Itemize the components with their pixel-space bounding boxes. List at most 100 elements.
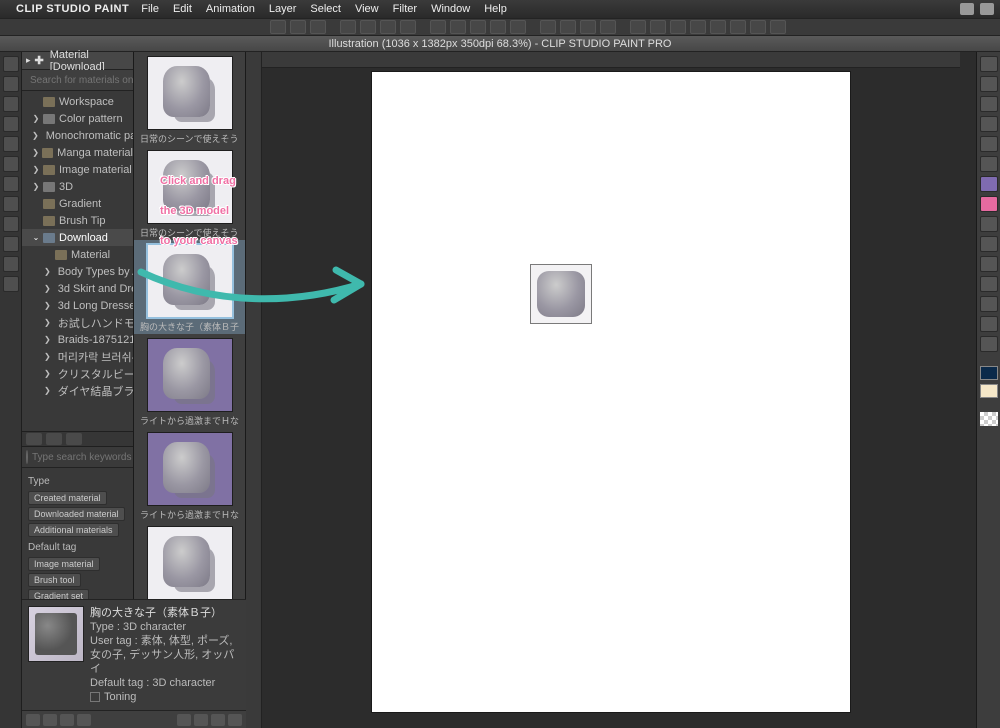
toolbar-btn[interactable] [360, 20, 376, 34]
thumbnail-image[interactable] [147, 526, 233, 600]
filter-toggle[interactable] [66, 433, 82, 445]
expand-icon[interactable]: ❯ [44, 267, 51, 276]
ruler-horizontal[interactable] [262, 52, 960, 68]
toolbar-btn[interactable] [450, 20, 466, 34]
strip-icon[interactable] [3, 96, 19, 112]
thumbnail-image[interactable] [147, 56, 233, 130]
strip-icon[interactable] [3, 276, 19, 292]
color-transparent-swatch[interactable] [980, 412, 998, 426]
save-material-icon[interactable] [194, 714, 208, 726]
tree-item[interactable]: ❯ダイヤ結晶ブラシ [22, 382, 133, 399]
strip-icon[interactable] [3, 76, 19, 92]
strip-icon[interactable] [3, 116, 19, 132]
view-mode-icon[interactable] [26, 714, 40, 726]
tag-chip[interactable]: Additional materials [28, 523, 119, 537]
canvas-paper[interactable] [372, 72, 850, 712]
menu-layer[interactable]: Layer [269, 3, 297, 15]
toolbar-btn[interactable] [510, 20, 526, 34]
tree-item[interactable]: ❯お試しハンドモデル [22, 314, 133, 331]
tool-decoration-icon[interactable] [980, 196, 998, 212]
expand-icon[interactable]: ❯ [32, 131, 39, 140]
drag-ghost-thumbnail[interactable] [530, 264, 592, 324]
expand-icon[interactable]: ⌄ [32, 233, 40, 242]
collapse-icon[interactable]: ▸ [26, 55, 31, 66]
detail-thumbnail[interactable] [28, 606, 84, 662]
menu-view[interactable]: View [355, 3, 379, 15]
tag-chip[interactable]: Image material [28, 557, 100, 571]
status-icon-1[interactable] [960, 3, 974, 15]
menu-filter[interactable]: Filter [393, 3, 417, 15]
view-mode-icon[interactable] [60, 714, 74, 726]
menu-select[interactable]: Select [310, 3, 341, 15]
tool-balloon-icon[interactable] [980, 316, 998, 332]
toolbar-btn[interactable] [630, 20, 646, 34]
tool-text-icon[interactable] [980, 296, 998, 312]
expand-icon[interactable]: ❯ [32, 182, 40, 191]
tree-item[interactable]: Brush Tip [22, 212, 133, 229]
paste-material-icon[interactable] [177, 714, 191, 726]
view-mode-icon[interactable] [43, 714, 57, 726]
toolbar-btn[interactable] [400, 20, 416, 34]
menu-file[interactable]: File [141, 3, 159, 15]
expand-icon[interactable]: ❯ [44, 335, 51, 344]
tree-item[interactable]: Material [22, 246, 133, 263]
delete-material-icon[interactable] [228, 714, 242, 726]
tag-chip[interactable]: Brush tool [28, 573, 81, 587]
material-tree[interactable]: Workspace❯Color pattern❯Monochromatic pa… [22, 91, 133, 431]
strip-icon[interactable] [3, 156, 19, 172]
menu-help[interactable]: Help [484, 3, 507, 15]
material-thumbnail[interactable]: ライトから過激までＨなポーズ6 [134, 334, 245, 428]
tool-gradient-icon[interactable] [980, 236, 998, 252]
toolbar-btn[interactable] [770, 20, 786, 34]
expand-icon[interactable]: ❯ [32, 148, 39, 157]
strip-icon[interactable] [3, 236, 19, 252]
tree-item[interactable]: ❯머리카락 브러쉬-18… [22, 348, 133, 365]
tree-item[interactable]: ⌄Download [22, 229, 133, 246]
material-property-icon[interactable] [211, 714, 225, 726]
toolbar-btn[interactable] [490, 20, 506, 34]
toolbar-btn[interactable] [430, 20, 446, 34]
tree-item[interactable]: ❯Image material [22, 161, 133, 178]
expand-icon[interactable]: ❯ [32, 114, 40, 123]
tree-item[interactable]: ❯Monochromatic pattern [22, 127, 133, 144]
toolbar-btn[interactable] [600, 20, 616, 34]
tree-item[interactable]: ❯クリスタルビーズ [22, 365, 133, 382]
menu-edit[interactable]: Edit [173, 3, 192, 15]
toolbar-btn[interactable] [690, 20, 706, 34]
tool-move-icon[interactable] [980, 76, 998, 92]
app-name[interactable]: CLIP STUDIO PAINT [16, 3, 129, 15]
search-icon[interactable] [26, 450, 28, 464]
strip-icon[interactable] [3, 56, 19, 72]
strip-icon[interactable] [3, 256, 19, 272]
menu-animation[interactable]: Animation [206, 3, 255, 15]
filter-toggle[interactable] [46, 433, 62, 445]
toolbar-btn[interactable] [290, 20, 306, 34]
tree-item[interactable]: Workspace [22, 93, 133, 110]
tag-chip[interactable]: Downloaded material [28, 507, 125, 521]
toolbar-btn[interactable] [580, 20, 596, 34]
tool-brush-icon[interactable] [980, 136, 998, 152]
strip-icon[interactable] [3, 136, 19, 152]
tag-chip[interactable]: Created material [28, 491, 107, 505]
tool-figure-icon[interactable] [980, 256, 998, 272]
tree-item[interactable]: Gradient [22, 195, 133, 212]
toolbar-btn[interactable] [270, 20, 286, 34]
tree-item[interactable]: ❯Braids-1875121 [22, 331, 133, 348]
tool-operation-icon[interactable] [980, 96, 998, 112]
thumbnail-image[interactable] [147, 338, 233, 412]
toolbar-btn[interactable] [470, 20, 486, 34]
ruler-vertical[interactable] [246, 52, 262, 728]
strip-icon[interactable] [3, 176, 19, 192]
material-panel-header[interactable]: ▸ ✚ Material [Download] [22, 52, 133, 70]
view-mode-icon[interactable] [77, 714, 91, 726]
toolbar-btn[interactable] [380, 20, 396, 34]
expand-icon[interactable]: ❯ [44, 284, 51, 293]
toolbar-btn[interactable] [310, 20, 326, 34]
expand-icon[interactable]: ❯ [32, 165, 40, 174]
tool-fill-icon[interactable] [980, 216, 998, 232]
material-thumbnail[interactable]: 日常のシーンで使えそうなポーズ26 [134, 52, 245, 146]
menu-window[interactable]: Window [431, 3, 470, 15]
strip-icon[interactable] [3, 216, 19, 232]
tool-pen-icon[interactable] [980, 116, 998, 132]
tree-item[interactable]: ❯3d Long Dresses [22, 297, 133, 314]
